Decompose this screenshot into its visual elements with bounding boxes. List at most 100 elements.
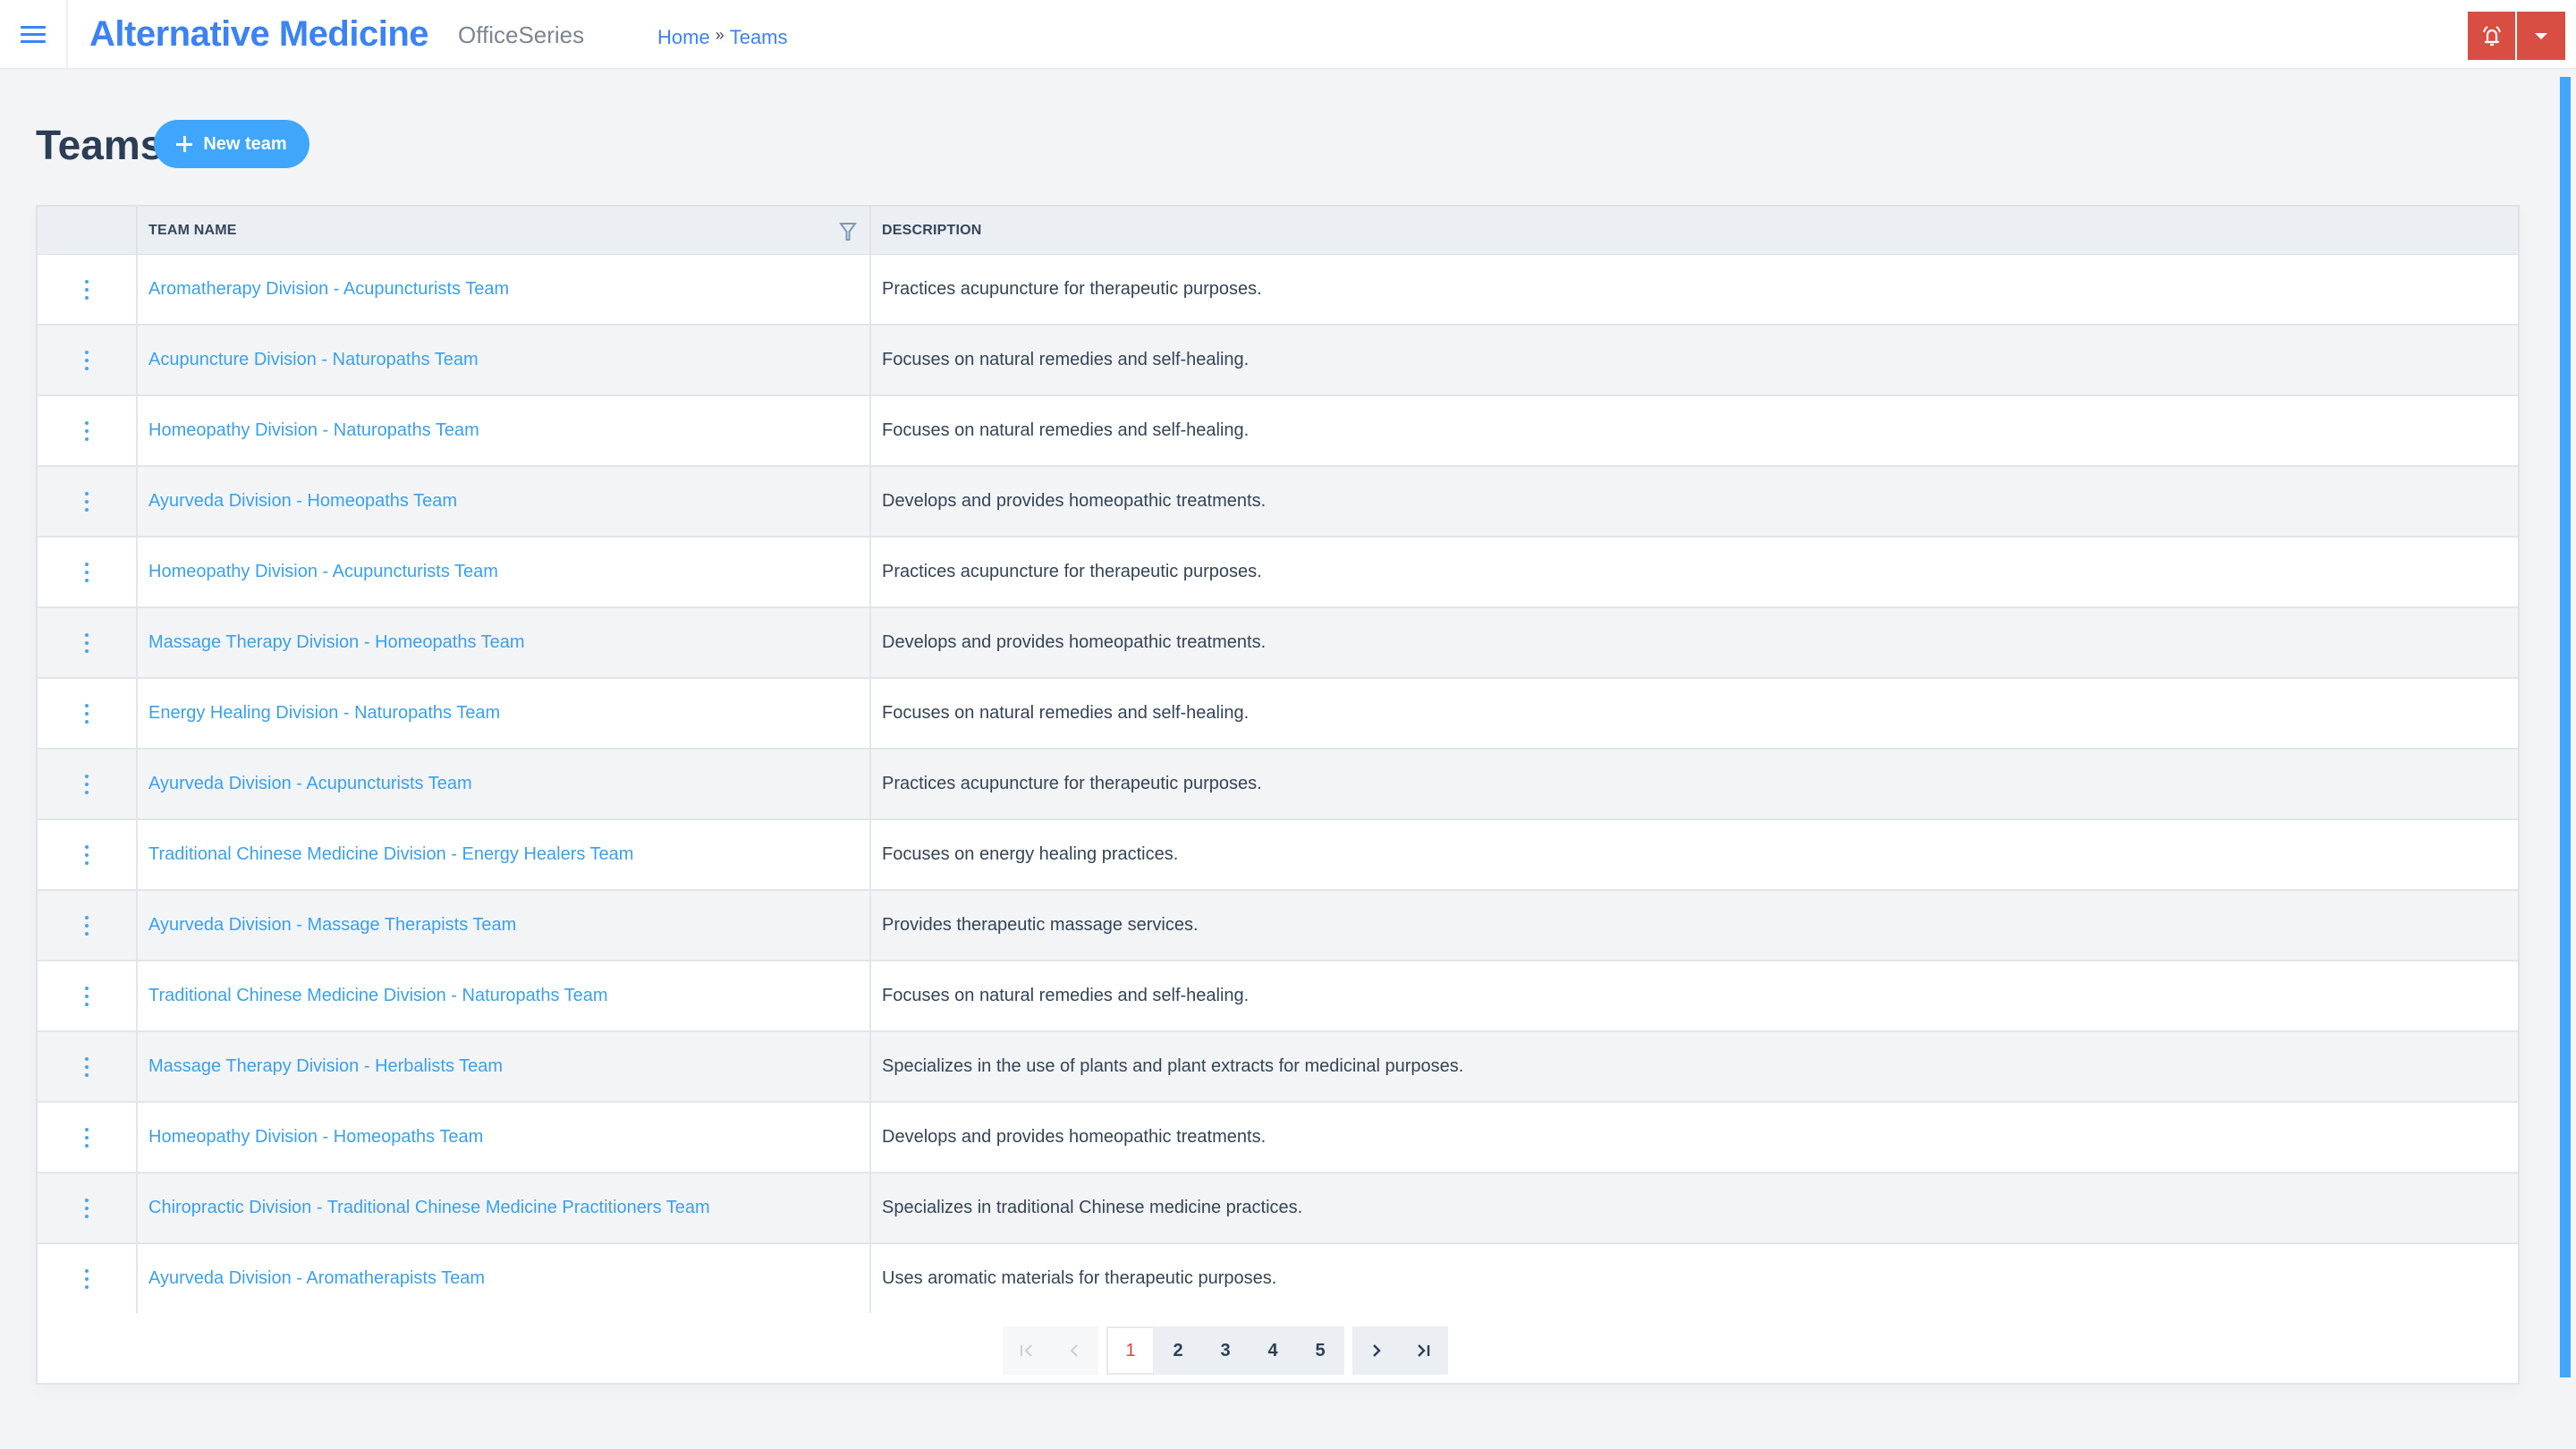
column-header-team-name-label: TEAM NAME [148,223,237,238]
page-button-4[interactable]: 4 [1249,1326,1297,1375]
team-name-link[interactable]: Homeopathy Division - Homeopaths Team [148,1127,483,1148]
app-subtitle: OfficeSeries [458,21,585,48]
table-row: Ayurveda Division - Aromatherapists Team… [38,1244,2518,1315]
row-actions-button[interactable] [38,1244,138,1313]
breadcrumb-home[interactable]: Home [657,24,710,51]
more-vertical-icon [85,420,89,441]
top-navbar: Alternative Medicine OfficeSeries Home »… [0,0,2576,70]
team-name-link[interactable]: Ayurveda Division - Homeopaths Team [148,491,457,512]
app-title[interactable]: Alternative Medicine [89,11,429,57]
team-description-cell: Uses aromatic materials for therapeutic … [882,1268,1277,1288]
more-vertical-icon [85,562,89,582]
first-page-button[interactable] [1003,1326,1051,1375]
more-vertical-icon [85,703,89,724]
team-name-link[interactable]: Ayurveda Division - Aromatherapists Team [148,1268,485,1289]
breadcrumb-teams[interactable]: Teams [730,24,788,51]
row-actions-button[interactable] [38,891,138,960]
last-page-button[interactable] [1400,1326,1448,1375]
team-name-link[interactable]: Homeopathy Division - Naturopaths Team [148,420,479,441]
team-name-link[interactable]: Ayurveda Division - Acupuncturists Team [148,774,472,794]
user-menu-dropdown-button[interactable] [2517,12,2565,60]
team-name-link[interactable]: Homeopathy Division - Acupuncturists Tea… [148,562,498,582]
page-button-3[interactable]: 3 [1201,1326,1250,1375]
table-row: Homeopathy Division - Acupuncturists Tea… [38,538,2518,608]
filter-icon[interactable] [839,222,857,242]
teams-table-card: TEAM NAME DESCRIPTION Aromatherapy Divis… [36,205,2520,1385]
next-page-button[interactable] [1352,1326,1401,1375]
team-name-link[interactable]: Acupuncture Division - Naturopaths Team [148,350,479,370]
team-name-link[interactable]: Energy Healing Division - Naturopaths Te… [148,703,500,724]
page-button-5[interactable]: 5 [1296,1326,1344,1375]
more-vertical-icon [85,632,89,653]
team-name-link[interactable]: Aromatherapy Division - Acupuncturists T… [148,279,509,300]
team-name-cell: Chiropractic Division - Traditional Chin… [138,1174,871,1242]
page-button-2[interactable]: 2 [1154,1326,1202,1375]
team-description-cell: Specializes in traditional Chinese medic… [882,1198,1303,1217]
team-name-cell: Homeopathy Division - Acupuncturists Tea… [138,538,871,606]
hamburger-icon [21,26,46,43]
more-vertical-icon [85,1056,89,1077]
notifications-button[interactable] [2468,12,2515,60]
team-description-cell: Focuses on natural remedies and self-hea… [882,703,1250,723]
column-header-description: DESCRIPTION [882,223,982,238]
first-page-icon [1021,1344,1032,1357]
row-actions-button[interactable] [38,1103,138,1172]
team-name-cell: Aromatherapy Division - Acupuncturists T… [138,255,871,324]
more-vertical-icon [85,491,89,512]
new-team-button[interactable]: New team [154,120,309,168]
table-row: Homeopathy Division - Homeopaths Team Dev… [38,1103,2518,1174]
row-actions-button[interactable] [38,326,138,394]
row-actions-button[interactable] [38,467,138,536]
table-row: Ayurveda Division - Massage Therapists T… [38,891,2518,962]
table-row: Aromatherapy Division - Acupuncturists T… [38,255,2518,326]
more-vertical-icon [85,1198,89,1218]
page-button-1[interactable]: 1 [1106,1326,1155,1375]
more-vertical-icon [85,915,89,936]
team-name-cell: Massage Therapy Division - Homeopaths Te… [138,608,871,677]
row-actions-button[interactable] [38,820,138,889]
menu-toggle-button[interactable] [0,0,68,68]
team-description-cell: Focuses on natural remedies and self-hea… [882,350,1250,369]
team-name-link[interactable]: Chiropractic Division - Traditional Chin… [148,1198,710,1218]
team-name-link[interactable]: Ayurveda Division - Massage Therapists T… [148,915,516,936]
more-vertical-icon [85,350,89,370]
row-actions-button[interactable] [38,679,138,748]
team-name-link[interactable]: Massage Therapy Division - Homeopaths Te… [148,632,525,653]
page-scrollbar[interactable] [2560,77,2571,1377]
more-vertical-icon [85,1127,89,1148]
row-actions-button[interactable] [38,608,138,677]
plus-icon [176,136,193,152]
team-description-cell: Develops and provides homeopathic treatm… [882,632,1267,652]
new-team-label: New team [203,133,287,154]
team-name-cell: Traditional Chinese Medicine Division - … [138,962,871,1030]
chevron-right-icon [1373,1344,1381,1357]
row-actions-button[interactable] [38,750,138,818]
more-vertical-icon [85,844,89,865]
previous-page-button[interactable] [1050,1326,1098,1375]
breadcrumb-separator: » [715,26,724,44]
column-header-team-name[interactable]: TEAM NAME [138,207,871,255]
team-description-cell: Specializes in the use of plants and pla… [882,1056,1464,1076]
table-row: Ayurveda Division - Homeopaths Team Devel… [38,467,2518,538]
table-row: Homeopathy Division - Naturopaths Team Fo… [38,396,2518,467]
row-actions-button[interactable] [38,255,138,324]
table-row: Acupuncture Division - Naturopaths Team F… [38,326,2518,396]
row-actions-button[interactable] [38,538,138,606]
team-name-cell: Ayurveda Division - Aromatherapists Team [138,1244,871,1313]
row-actions-button[interactable] [38,396,138,465]
team-name-cell: Ayurveda Division - Massage Therapists T… [138,891,871,960]
row-actions-button[interactable] [38,1032,138,1101]
column-header-actions [38,207,138,255]
more-vertical-icon [85,279,89,300]
table-row: Massage Therapy Division - Herbalists Te… [38,1032,2518,1103]
team-name-cell: Traditional Chinese Medicine Division - … [138,820,871,889]
team-name-link[interactable]: Traditional Chinese Medicine Division - … [148,844,633,865]
chevron-left-icon [1070,1344,1078,1357]
team-name-link[interactable]: Massage Therapy Division - Herbalists Te… [148,1056,503,1077]
team-name-link[interactable]: Traditional Chinese Medicine Division - … [148,986,608,1006]
row-actions-button[interactable] [38,962,138,1030]
row-actions-button[interactable] [38,1174,138,1242]
team-name-cell: Homeopathy Division - Homeopaths Team [138,1103,871,1172]
table-row: Traditional Chinese Medicine Division - … [38,820,2518,891]
more-vertical-icon [85,1268,89,1289]
